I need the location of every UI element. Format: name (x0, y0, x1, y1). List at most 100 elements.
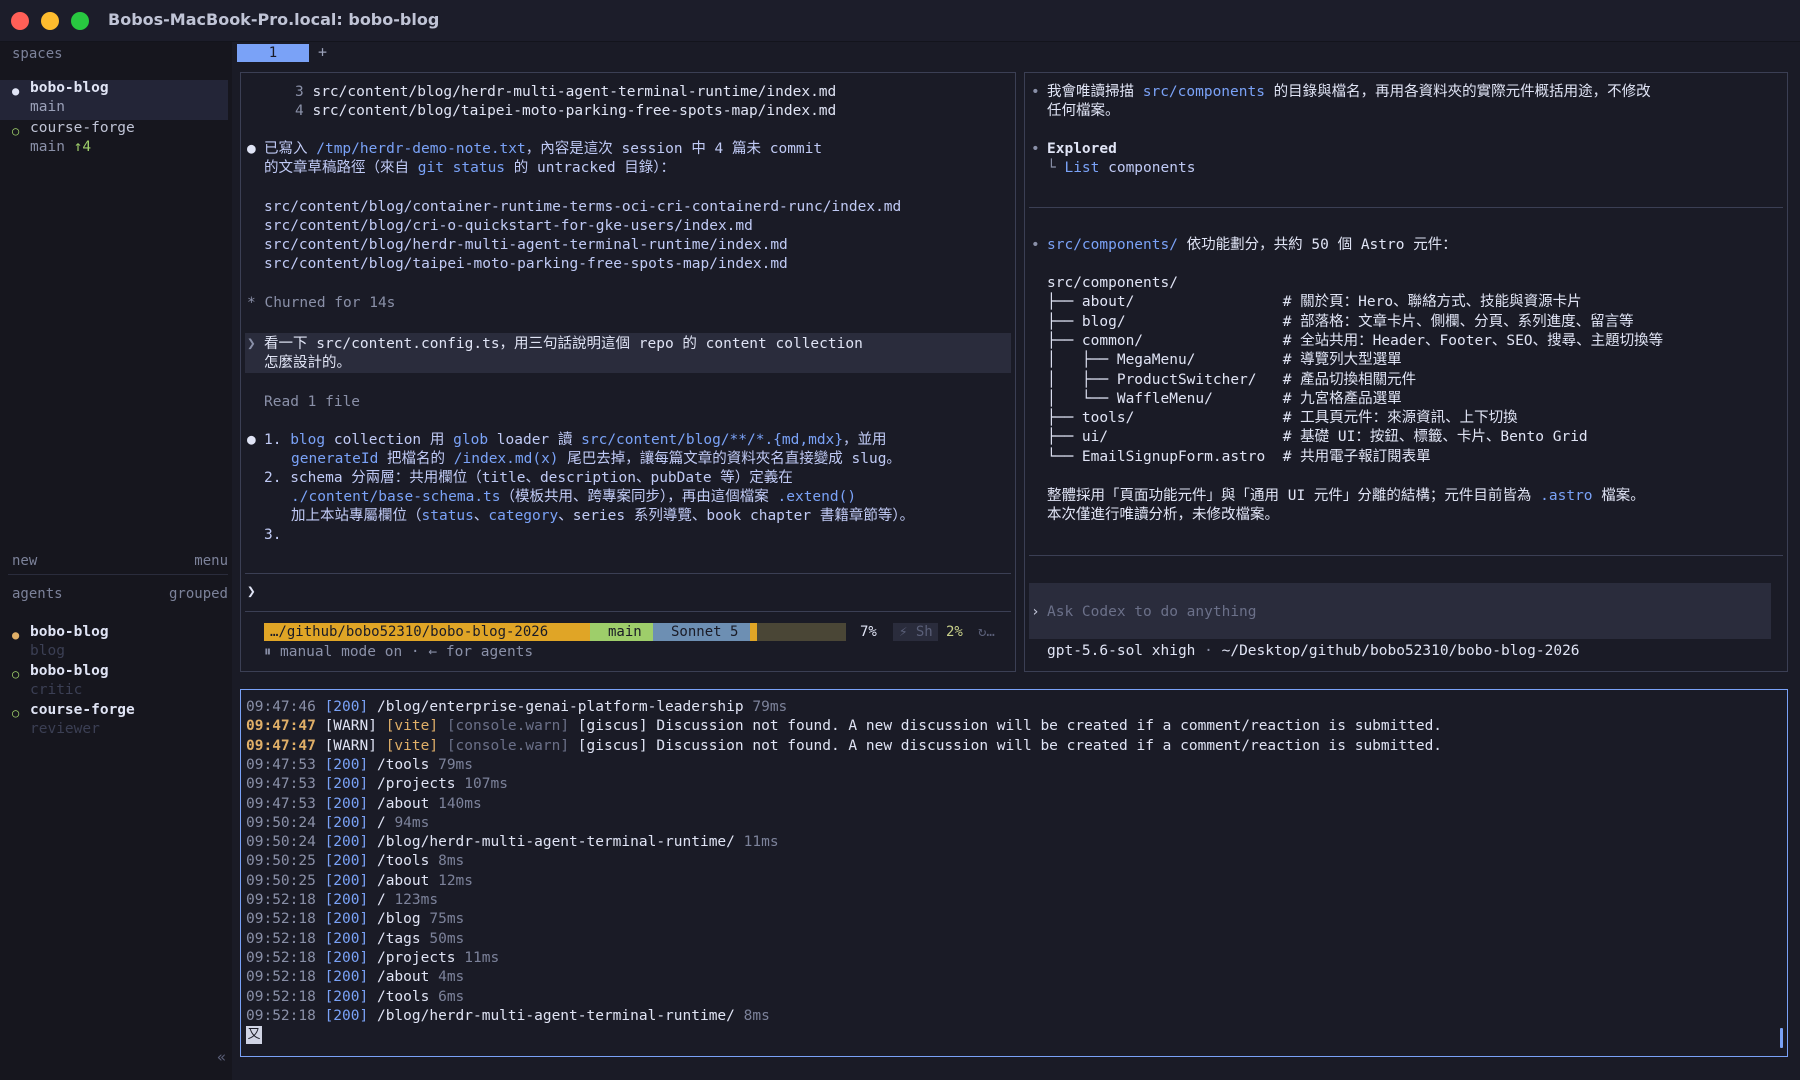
status-path: …/github/bobo52310/bobo-blog-2026 (264, 623, 590, 641)
message-line: 我會唯讀掃描 src/components 的目錄與檔名，再用各資料夾的實際元件… (1047, 84, 1651, 100)
closing-line: 整體採用「頁面功能元件」與「通用 UI 元件」分離的結構；元件目前皆為 .ast… (1047, 488, 1645, 504)
agent-role: blog (30, 643, 65, 659)
space-branch: main (30, 99, 65, 115)
path-line: src/content/blog/cri-o-quickstart-for-gk… (264, 218, 753, 234)
space-name: bobo-blog (30, 80, 109, 96)
tree-row: src/components/ (1047, 275, 1178, 291)
minimize-window-button[interactable] (41, 12, 59, 30)
agent-status-dot: ● (12, 628, 20, 642)
user-prompt-text: 怎麼設計的。 (264, 355, 351, 371)
menu-button[interactable]: menu (194, 553, 228, 569)
space-status-dot: ○ (12, 124, 20, 138)
list-item: 3 src/content/blog/herdr-multi-agent-ter… (295, 84, 837, 100)
log-line: 09:52:18 [200] /tags 50ms (246, 930, 465, 947)
tree-row: ├── tools/ # 工具頁元件：來源資訊、上下切換 (1047, 410, 1518, 427)
bullet-dot: • (1031, 141, 1040, 157)
log-line: 09:52:18 [200] /blog 75ms (246, 911, 465, 928)
prompt-chevron: ❯ (247, 336, 256, 352)
answer-line: 2. schema 分兩層：共用欄位（title、description、pub… (264, 470, 793, 486)
sidebar: spaces ● bobo-blog main ○ course-forge m… (0, 42, 232, 1080)
tab-1[interactable]: 1 (237, 44, 309, 62)
input-divider-bottom (245, 611, 1011, 612)
spaces-header: spaces (12, 46, 63, 62)
bullet-dot: • (1031, 84, 1040, 100)
add-tab-button[interactable]: + (318, 43, 327, 61)
left-agent-pane[interactable]: 3 src/content/blog/herdr-multi-agent-ter… (240, 72, 1016, 672)
context-percent: 7% (860, 624, 877, 640)
close-window-button[interactable] (11, 12, 29, 30)
log-line: 09:52:18 [200] /about 4ms (246, 969, 465, 986)
agent-status-dot: ○ (12, 706, 20, 720)
read-file-status: Read 1 file (264, 394, 361, 410)
user-prompt-text: 看一下 src/content.config.ts，用三句話說明這個 repo … (264, 336, 863, 352)
section-divider (1029, 207, 1783, 208)
dev-server-log-pane[interactable]: 09:47:46 [200] /blog/enterprise-genai-pl… (240, 689, 1788, 1057)
input-chevron: › (1031, 604, 1040, 620)
log-line: 09:47:47 [WARN] [vite] [console.warn] [g… (246, 737, 1443, 754)
tab-bar: 1 + (232, 42, 1800, 64)
agent-item-bobo-blog[interactable]: ● bobo-blog blog (0, 624, 228, 664)
log-line: 09:50:24 [200] /blog/herdr-multi-agent-t… (246, 834, 779, 851)
tree-row: ├── blog/ # 部落格：文章卡片、側欄、分頁、系列進度、留言等 (1047, 313, 1634, 330)
log-line: 09:47:47 [WARN] [vite] [console.warn] [g… (246, 718, 1443, 735)
agent-role: critic (30, 682, 83, 698)
grouped-toggle[interactable]: grouped (169, 586, 228, 602)
mode-indicator[interactable]: ⏸ manual mode on · ← for agents (264, 643, 533, 662)
churned-status: * Churned for 14s (247, 295, 396, 311)
zoom-window-button[interactable] (71, 12, 89, 30)
space-active-dot: ● (12, 84, 20, 98)
space-item-course-forge[interactable]: ○ course-forge main ↑4 (0, 120, 228, 160)
status-line: …/github/bobo52310/bobo-blog-2026 main S… (264, 623, 1004, 641)
input-divider (1029, 555, 1783, 556)
log-line: 09:52:18 [200] / 123ms (246, 892, 439, 908)
agent-name: bobo-blog (30, 663, 109, 679)
agent-status-dot: ○ (12, 667, 20, 681)
log-scrollbar[interactable] (1780, 1028, 1783, 1048)
context-meter (750, 623, 846, 641)
new-space-button[interactable]: new (12, 553, 37, 569)
right-agent-pane[interactable]: • 我會唯讀掃描 src/components 的目錄與檔名，再用各資料夾的實際… (1024, 72, 1788, 672)
path-line: src/content/blog/taipei-moto-parking-fre… (264, 256, 788, 272)
agent-item-course-forge[interactable]: ○ course-forge reviewer (0, 702, 228, 742)
collapse-sidebar-icon[interactable]: « (217, 1048, 226, 1066)
chat-input[interactable]: ❯ (247, 583, 256, 602)
sidebar-divider (8, 574, 228, 575)
log-line: 09:47:53 [200] /tools 79ms (246, 756, 474, 773)
space-name: course-forge (30, 120, 135, 136)
message-line: 已寫入 /tmp/herdr-demo-note.txt，內容是這次 sessi… (264, 141, 823, 157)
answer-line: generateId 把檔名的 /index.md(x) 尾巴去掉，讓每篇文章的… (291, 451, 901, 467)
agent-name: course-forge (30, 702, 135, 718)
message-line: 的文章草稿路徑（來自 git status 的 untracked 目錄）： (264, 160, 676, 176)
answer-line: ./content/base-schema.ts（模板共用、跨專案同步），再由這… (291, 489, 857, 505)
log-line: 09:52:18 [200] /tools 6ms (246, 988, 465, 1005)
answer-line: 1. blog collection 用 glob loader 讀 src/c… (264, 432, 887, 448)
explored-heading: Explored (1047, 141, 1117, 157)
tree-row: ├── about/ # 關於頁：Hero、聯絡方式、技能與資源卡片 (1047, 294, 1582, 311)
log-line: 09:52:18 [200] /projects 11ms (246, 949, 500, 966)
tree-row: └── EmailSignupForm.astro # 共用電子報訂閱表單 (1047, 448, 1431, 465)
path-line: src/content/blog/herdr-multi-agent-termi… (264, 237, 788, 253)
terminal-cursor[interactable]: 又 (246, 1026, 262, 1045)
window-title: Bobos-MacBook-Pro.local: bobo-blog (108, 10, 440, 29)
summary-line: src/components/ 依功能劃分，共約 50 個 Astro 元件： (1047, 237, 1457, 253)
log-line: 09:50:24 [200] / 94ms (246, 814, 430, 831)
agent-item-bobo-blog-critic[interactable]: ○ bobo-blog critic (0, 663, 228, 703)
ahead-count: ↑4 (73, 139, 92, 155)
bullet-dot: ● (247, 141, 256, 157)
input-divider-top (245, 573, 1011, 574)
agent-role: reviewer (30, 721, 100, 737)
answer-line: 3. (264, 527, 282, 543)
codex-input-placeholder[interactable]: Ask Codex to do anything (1047, 603, 1257, 622)
status-branch: main (590, 623, 653, 641)
message-line: 任何檔案。 (1047, 103, 1120, 119)
closing-line: 本次僅進行唯讀分析，未修改檔案。 (1047, 507, 1279, 523)
agent-name: bobo-blog (30, 624, 109, 640)
log-line: 09:52:18 [200] /blog/herdr-multi-agent-t… (246, 1007, 770, 1024)
tree-row: │ ├── MegaMenu/ # 導覽列大型選單 (1047, 352, 1402, 369)
tree-row: │ └── WaffleMenu/ # 九宮格產品選單 (1047, 390, 1402, 407)
log-line: 09:50:25 [200] /about 12ms (246, 872, 474, 889)
space-item-bobo-blog[interactable]: ● bobo-blog main (0, 80, 228, 120)
status-model: Sonnet 5 (653, 623, 750, 641)
log-line: 09:50:25 [200] /tools 8ms (246, 853, 465, 870)
answer-line: 加上本站專屬欄位（status、category、series 系列導覽、boo… (291, 508, 915, 524)
